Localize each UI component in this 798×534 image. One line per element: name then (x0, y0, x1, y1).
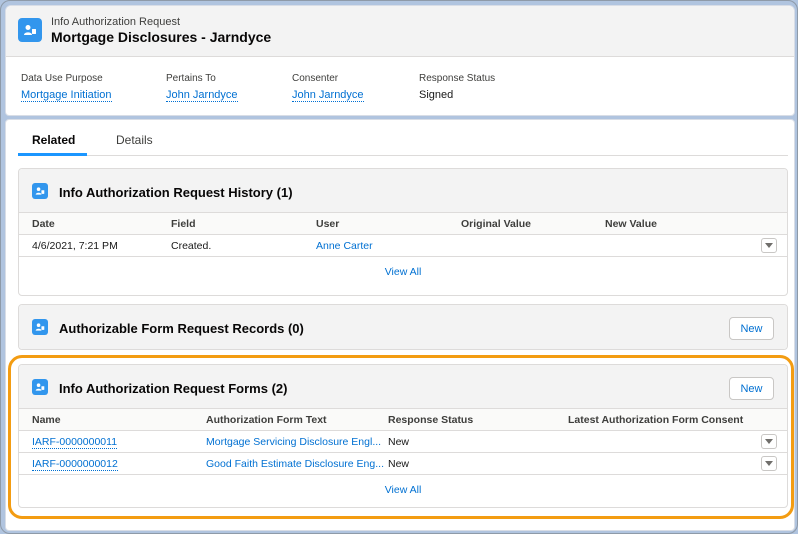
active-tab-indicator (18, 153, 87, 156)
table-row: 4/6/2021, 7:21 PM Created. Anne Carter (19, 235, 787, 257)
record-object-type: Info Authorization Request (51, 16, 181, 28)
forms-column-header: Name Authorization Form Text Response St… (19, 409, 787, 431)
new-form-request-button[interactable]: New (729, 317, 774, 340)
form-request-card: Authorizable Form Request Records (0) Ne… (18, 304, 788, 350)
record-title: Mortgage Disclosures - Jarndyce (51, 29, 272, 45)
form-text-link[interactable]: Good Faith Estimate Disclosure Eng... (206, 458, 384, 470)
form-name-link[interactable]: IARF-0000000012 (32, 458, 118, 471)
column-authorization-form-text: Authorization Form Text (206, 414, 327, 426)
field-data-use-purpose: Data Use Purpose Mortgage Initiation (21, 73, 112, 102)
highlights-panel: Data Use Purpose Mortgage Initiation Per… (6, 57, 794, 115)
field-pertains-to: Pertains To John Jarndyce (166, 73, 238, 102)
chevron-down-icon (765, 243, 773, 248)
history-field: Created. (171, 240, 212, 252)
history-user-link[interactable]: Anne Carter (316, 240, 373, 252)
form-response-status: New (388, 436, 410, 448)
field-label: Response Status (419, 73, 496, 84)
history-card: Info Authorization Request History (1) D… (18, 168, 788, 296)
column-original-value: Original Value (461, 218, 532, 230)
record-header: Info Authorization Request Mortgage Disc… (5, 5, 795, 116)
column-new-value: New Value (605, 218, 657, 230)
row-actions-button[interactable] (761, 456, 777, 471)
record-header-top: Info Authorization Request Mortgage Disc… (6, 6, 794, 57)
new-form-button[interactable]: New (729, 377, 774, 400)
forms-card-header: Info Authorization Request Forms (2) New (19, 365, 787, 409)
history-object-icon (32, 183, 48, 199)
form-request-card-title[interactable]: Authorizable Form Request Records (0) (59, 321, 304, 336)
consenter-link[interactable]: John Jarndyce (292, 89, 364, 102)
field-consenter: Consenter John Jarndyce (292, 73, 364, 102)
response-status-value: Signed (419, 89, 454, 101)
forms-view-all: View All (19, 475, 787, 505)
related-panel: Related Details Info Authorization Reque… (5, 119, 795, 531)
history-card-title[interactable]: Info Authorization Request History (1) (59, 185, 293, 200)
chevron-down-icon (765, 439, 773, 444)
table-row: IARF-0000000012 Good Faith Estimate Disc… (19, 453, 787, 475)
row-actions-button[interactable] (761, 238, 777, 253)
field-label: Consenter (292, 73, 339, 84)
table-row: IARF-0000000011 Mortgage Servicing Discl… (19, 431, 787, 453)
view-all-link[interactable]: View All (19, 484, 787, 496)
tab-related[interactable]: Related (32, 133, 75, 147)
form-request-object-icon (32, 319, 48, 335)
data-use-purpose-link[interactable]: Mortgage Initiation (21, 89, 112, 102)
record-object-icon (18, 18, 42, 42)
form-response-status: New (388, 458, 410, 470)
field-response-status: Response Status Signed (419, 73, 495, 101)
column-latest-consent: Latest Authorization Form Consent (568, 414, 744, 426)
chevron-down-icon (765, 461, 773, 466)
row-actions-button[interactable] (761, 434, 777, 449)
tab-details[interactable]: Details (116, 133, 153, 147)
column-field: Field (171, 218, 196, 230)
view-all-link[interactable]: View All (19, 266, 787, 278)
form-name-link[interactable]: IARF-0000000011 (32, 436, 118, 449)
column-response-status: Response Status (388, 414, 474, 426)
history-card-header: Info Authorization Request History (1) (19, 169, 787, 213)
tab-bar: Related Details (18, 120, 788, 156)
history-date: 4/6/2021, 7:21 PM (32, 240, 118, 252)
form-text-link[interactable]: Mortgage Servicing Disclosure Engl... (206, 436, 381, 448)
column-date: Date (32, 218, 55, 230)
history-column-header: Date Field User Original Value New Value (19, 213, 787, 235)
window: Info Authorization Request Mortgage Disc… (0, 0, 798, 534)
field-label: Data Use Purpose (21, 73, 103, 84)
forms-object-icon (32, 379, 48, 395)
forms-card: Info Authorization Request Forms (2) New… (18, 364, 788, 508)
field-label: Pertains To (166, 73, 216, 84)
column-user: User (316, 218, 340, 230)
form-request-card-header: Authorizable Form Request Records (0) Ne… (19, 305, 787, 349)
forms-card-title[interactable]: Info Authorization Request Forms (2) (59, 381, 287, 396)
column-name: Name (32, 414, 61, 426)
history-view-all: View All (19, 257, 787, 287)
pertains-to-link[interactable]: John Jarndyce (166, 89, 238, 102)
